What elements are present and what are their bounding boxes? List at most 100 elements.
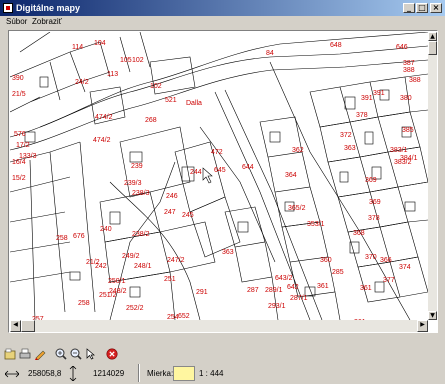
parcel-number-label: 366 — [380, 257, 392, 264]
parcel-number-label: 644 — [242, 164, 254, 171]
map-canvas[interactable]: 114104105 10284648 64638738838839024/21131… — [10, 32, 428, 320]
stop-icon[interactable] — [106, 348, 118, 360]
cadastral-map-view[interactable]: 114 104 105 102 84 648 646 387 388 388 390 24/2 113 1… — [10, 32, 428, 320]
parcel-number-label: 391 — [373, 90, 385, 97]
scroll-right-button[interactable]: ▶ — [417, 320, 428, 332]
pencil-icon[interactable] — [34, 348, 46, 360]
parcel-number-label: 648 — [330, 42, 342, 49]
parcel-number-label: 576 — [14, 131, 26, 138]
parcel-number-label: 102 — [150, 83, 162, 90]
scale-value: 1 : 444 — [199, 369, 224, 378]
parcel-number-label: 251 — [164, 276, 176, 283]
scroll-left-button[interactable]: ◀ — [10, 320, 21, 332]
parcel-number-label: 472 — [211, 149, 223, 156]
parcel-number-label: 113 — [107, 71, 118, 78]
maximize-button[interactable]: □ — [416, 3, 428, 13]
parcel-number-label: 388 — [403, 67, 415, 74]
parcel-number-label: 251/2 — [99, 292, 117, 299]
parcel-number-label: 247/2 — [167, 257, 185, 264]
parcel-number-label: 391 — [361, 95, 373, 102]
open-icon[interactable] — [4, 348, 16, 360]
parcel-number-label: 239 — [131, 163, 143, 170]
parcel-lines — [10, 32, 428, 320]
parcel-number-label: 377 — [383, 277, 395, 284]
parcel-number-label: 369 — [369, 199, 381, 206]
scroll-down-button[interactable]: ▼ — [428, 311, 437, 320]
parcel-number-label: 378 — [368, 215, 380, 222]
parcel-number-label: 364 — [285, 172, 297, 179]
parcel-number-label: 238/2 — [132, 231, 150, 238]
parcel-number-label: 258 — [56, 235, 68, 242]
parcel-number-label: 380 — [400, 95, 412, 102]
parcel-number-label: 246 — [166, 193, 178, 200]
scroll-up-button[interactable]: ▲ — [428, 32, 437, 41]
window-title: Digitálne mapy — [16, 3, 81, 13]
parcel-number-label: 247 — [164, 209, 176, 216]
parcel-number-label: 372 — [340, 132, 352, 139]
parcel-number-label: 361 — [360, 285, 372, 292]
parcel-number-label: 643/2 — [275, 275, 293, 282]
parcel-number-label: 353/1 — [307, 221, 325, 228]
parcel-number-label: 383/2 — [394, 159, 412, 166]
parcel-number-label: 249/2 — [122, 253, 140, 260]
parcel-number-label: Dalla — [186, 100, 202, 107]
horizontal-scroll-thumb[interactable] — [21, 320, 35, 332]
parcel-number-label: 361 — [317, 283, 329, 290]
parcel-number-label: 15/2 — [12, 175, 26, 182]
parcel-number-label: 114 — [72, 44, 83, 51]
parcel-number-label: 102 — [132, 57, 144, 64]
parcel-number-label: 378 — [356, 112, 368, 119]
parcel-number-label: 388 — [409, 77, 421, 84]
parcel-number-label: 293/1 — [268, 303, 286, 310]
y-axis-arrow-icon — [69, 366, 77, 381]
parcel-number-label: 268 — [145, 117, 157, 124]
parcel-number-label: 105 — [120, 57, 132, 64]
parcel-number-label: 362 — [292, 147, 304, 154]
horizontal-scrollbar[interactable]: ◀ ▶ — [10, 320, 428, 332]
scale-label: Mierka: — [147, 369, 174, 378]
scale-map-icon — [173, 366, 195, 381]
vertical-scrollbar[interactable]: ▲ ▼ — [428, 32, 437, 320]
parcel-number-label: 291 — [196, 289, 208, 296]
toolbar — [0, 346, 445, 362]
parcel-labels: 114104105 10284648 64638738838839024/21131… — [12, 40, 421, 320]
print-icon[interactable] — [19, 348, 31, 360]
parcel-number-label: 390 — [12, 75, 24, 82]
select-arrow-icon[interactable] — [85, 348, 97, 360]
parcel-number-label: 84 — [266, 50, 274, 57]
zoom-out-icon[interactable] — [70, 348, 82, 360]
menu-zobrazit[interactable]: Zobraziť — [32, 17, 62, 26]
parcel-number-label: 238/3 — [132, 190, 150, 197]
arrow-cursor-icon — [202, 167, 213, 184]
parcel-number-label: 642 — [287, 284, 299, 291]
vertical-scroll-thumb[interactable] — [428, 41, 437, 55]
zoom-in-icon[interactable] — [55, 348, 67, 360]
parcel-number-label: 239/3 — [124, 180, 142, 187]
menu-bar: Súbor Zobraziť — [0, 16, 445, 29]
parcel-number-label: 17/2 — [16, 142, 30, 149]
parcel-number-label: 360 — [320, 257, 332, 264]
parcel-number-label: 363 — [344, 145, 356, 152]
parcel-number-label: 369 — [365, 177, 377, 184]
parcel-number-label: 383/1 — [390, 147, 408, 154]
close-button[interactable]: × — [430, 3, 442, 13]
parcel-number-label: 240 — [100, 226, 112, 233]
parcel-number-label: 365/2 — [288, 205, 306, 212]
status-bar: 258058,8 1214029 Mierka: 1 : 444 — [0, 364, 445, 384]
parcel-number-label: 287/1 — [290, 295, 308, 302]
parcel-number-label: 244 — [190, 169, 202, 176]
x-coordinate: 258058,8 — [28, 369, 62, 378]
parcel-number-label: 16/4 — [12, 159, 26, 166]
parcel-number-label: 245 — [182, 212, 194, 219]
parcel-number-label: 289/1 — [265, 287, 283, 294]
parcel-number-label: 287 — [247, 287, 259, 294]
parcel-number-label: 250/1 — [108, 278, 126, 285]
parcel-number-label: 252/2 — [126, 305, 144, 312]
parcel-number-label: 645 — [214, 167, 226, 174]
minimize-button[interactable]: _ — [403, 3, 415, 13]
parcel-number-label: 285 — [332, 269, 344, 276]
menu-subor[interactable]: Súbor — [6, 17, 27, 26]
parcel-number-label: 474/2 — [93, 137, 111, 144]
parcel-number-label: 676 — [73, 233, 85, 240]
x-axis-arrow-icon — [5, 370, 19, 378]
